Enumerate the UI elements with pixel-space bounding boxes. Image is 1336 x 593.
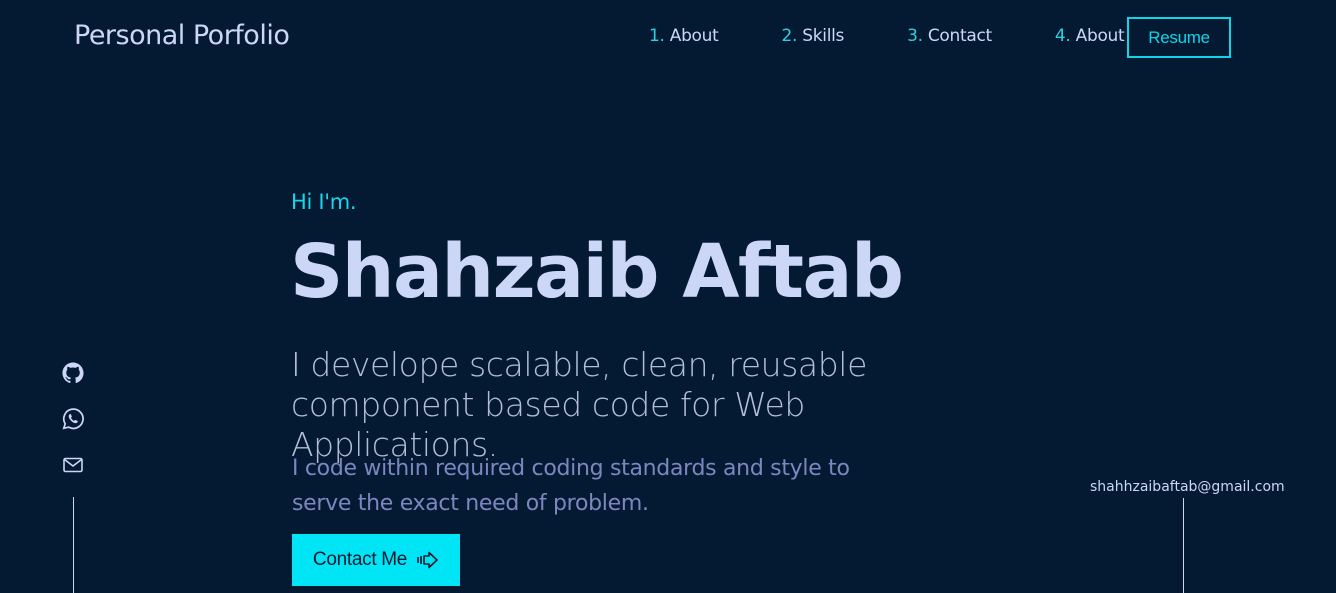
contact-me-button[interactable]: Contact Me — [292, 534, 460, 586]
site-logo[interactable]: Personal Porfolio — [74, 20, 290, 51]
nav-label: About — [1075, 26, 1125, 46]
whatsapp-icon — [60, 406, 86, 436]
nav-label: Contact — [927, 26, 992, 46]
hero-tagline: I develope scalable, clean, reusable com… — [291, 345, 867, 464]
nav-number: 3. — [907, 26, 923, 46]
whatsapp-link[interactable] — [60, 408, 86, 434]
portfolio-page: Personal Porfolio 1. About 2. Skills 3. … — [0, 0, 1336, 593]
nav-number: 1. — [649, 26, 665, 46]
github-link[interactable] — [60, 362, 86, 388]
nav-link-about-2[interactable]: 4. About — [1055, 26, 1125, 46]
nav-link-skills[interactable]: 2. Skills — [782, 26, 845, 46]
resume-button[interactable]: Resume — [1127, 17, 1231, 58]
email-link[interactable] — [60, 454, 86, 480]
nav-label: Skills — [802, 26, 845, 46]
social-links — [60, 362, 86, 480]
nav-number: 4. — [1054, 26, 1071, 46]
main-nav: 1. About 2. Skills 3. Contact 4. About — [649, 26, 1125, 46]
contact-me-label: Contact Me — [312, 549, 408, 570]
nav-label: About — [669, 26, 719, 46]
nav-link-about[interactable]: 1. About — [649, 26, 719, 46]
hero-greeting: Hi I'm. — [291, 190, 357, 214]
side-email-link[interactable]: shahhzaibaftab@gmail.com — [1090, 479, 1285, 495]
left-vertical-line — [73, 497, 74, 593]
arrow-right-icon — [417, 551, 439, 569]
mail-icon — [63, 457, 83, 477]
nav-link-contact[interactable]: 3. Contact — [907, 26, 992, 46]
github-icon — [62, 362, 84, 388]
hero-description: I code within required coding standards … — [292, 456, 850, 516]
hero-name: Shahzaib Aftab — [290, 229, 904, 315]
nav-number: 2. — [781, 26, 798, 46]
right-vertical-line — [1183, 498, 1184, 593]
